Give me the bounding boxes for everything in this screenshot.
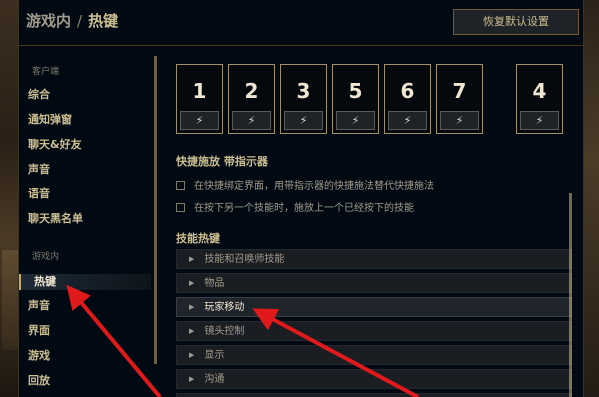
annotation-arrow-hotkeys bbox=[66, 284, 162, 397]
annotation-arrow-player-movement bbox=[252, 308, 419, 397]
annotation-arrows bbox=[66, 284, 419, 397]
